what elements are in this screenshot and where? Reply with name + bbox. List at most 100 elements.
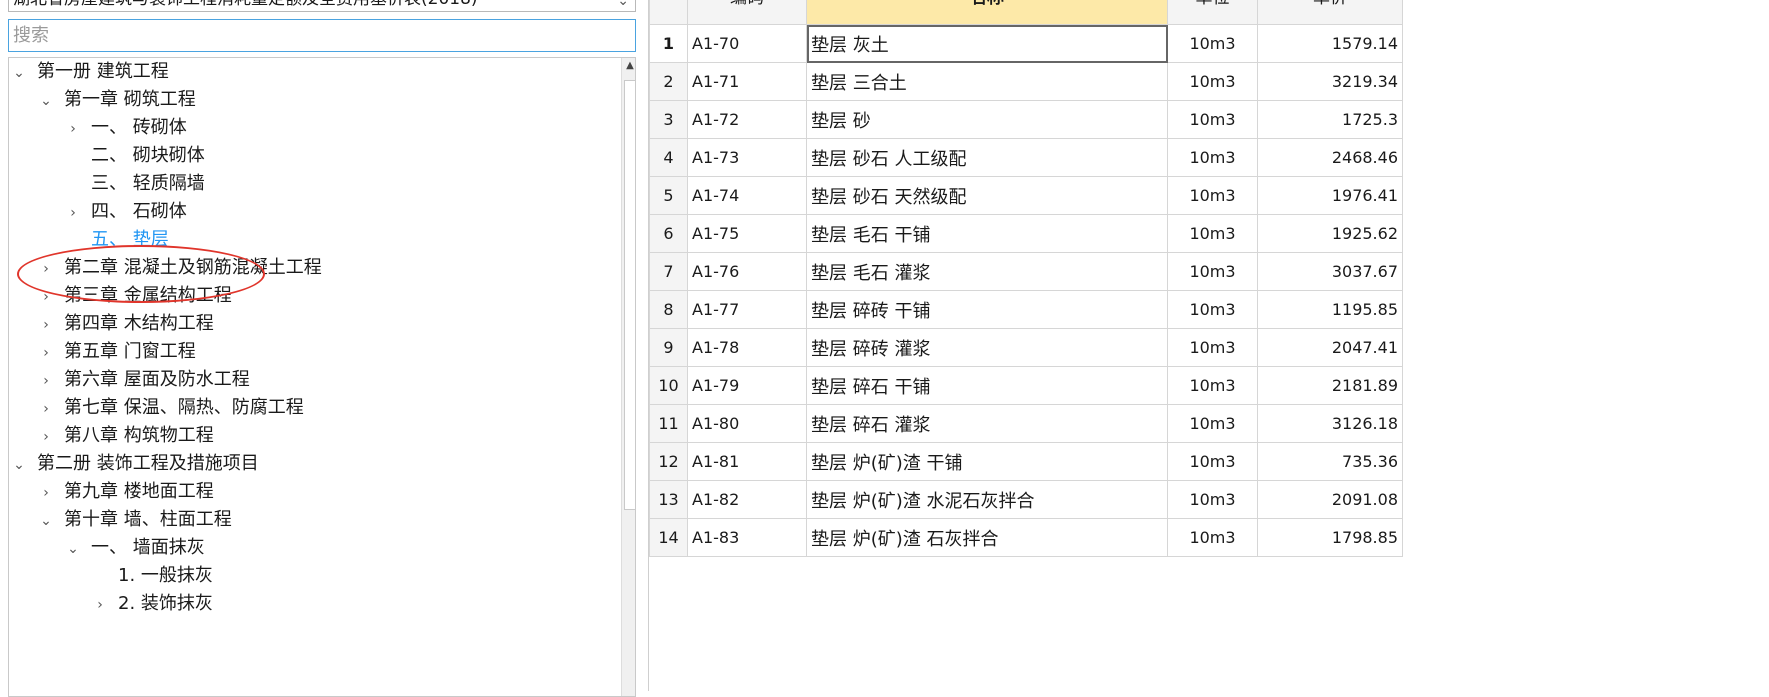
row-number-cell[interactable]: 2	[649, 62, 688, 101]
name-cell[interactable]: 垫层 碎砖 干铺	[806, 290, 1168, 329]
code-cell[interactable]: A1-73	[687, 138, 807, 177]
price-cell[interactable]: 3126.18	[1257, 404, 1403, 443]
table-row[interactable]: 7 A1-76 垫层 毛石 灌浆 10m3 3037.67	[649, 252, 1403, 291]
row-number-cell[interactable]: 14	[649, 518, 688, 557]
table-row[interactable]: 8 A1-77 垫层 碎砖 干铺 10m3 1195.85	[649, 290, 1403, 329]
row-number-cell[interactable]: 4	[649, 138, 688, 177]
table-row[interactable]: 13 A1-82 垫层 炉(矿)渣 水泥石灰拌合 10m3 2091.08	[649, 480, 1403, 519]
row-number-cell[interactable]: 12	[649, 442, 688, 481]
tree-node[interactable]: ⌄ 第二册 装饰工程及措施项目	[11, 450, 259, 478]
code-cell[interactable]: A1-71	[687, 62, 807, 101]
tree-node[interactable]: › 一、 砖砌体	[65, 114, 187, 142]
chevron-right-icon[interactable]: ›	[38, 423, 54, 451]
table-row[interactable]: 2 A1-71 垫层 三合土 10m3 3219.34	[649, 62, 1403, 101]
tree-node[interactable]: 五、 垫层	[65, 226, 169, 254]
price-cell[interactable]: 2091.08	[1257, 480, 1403, 519]
tree-node[interactable]: › 第七章 保温、隔热、防腐工程	[38, 394, 304, 422]
table-row[interactable]: 11 A1-80 垫层 碎石 灌浆 10m3 3126.18	[649, 404, 1403, 443]
chevron-down-icon[interactable]: ⌄	[38, 507, 54, 535]
tree-node[interactable]: › 四、 石砌体	[65, 198, 187, 226]
tree-node[interactable]: › 第二章 混凝土及钢筋混凝土工程	[38, 254, 322, 282]
price-cell[interactable]: 1925.62	[1257, 214, 1403, 253]
unit-cell[interactable]: 10m3	[1167, 480, 1258, 519]
unit-cell[interactable]: 10m3	[1167, 404, 1258, 443]
scroll-up-icon[interactable]: ▲	[622, 60, 635, 76]
unit-cell[interactable]: 10m3	[1167, 138, 1258, 177]
unit-cell[interactable]: 10m3	[1167, 176, 1258, 215]
name-cell[interactable]: 垫层 灰土	[806, 24, 1168, 63]
tree-node[interactable]: 三、 轻质隔墙	[65, 170, 205, 198]
code-cell[interactable]: A1-75	[687, 214, 807, 253]
chevron-right-icon[interactable]: ›	[38, 339, 54, 367]
header-code[interactable]: 编码	[687, 0, 807, 25]
tree-node[interactable]: 1. 一般抹灰	[92, 562, 213, 590]
tree-node[interactable]: › 第四章 木结构工程	[38, 310, 214, 338]
chevron-right-icon[interactable]: ›	[65, 115, 81, 143]
code-cell[interactable]: A1-82	[687, 480, 807, 519]
name-cell[interactable]: 垫层 砂石 人工级配	[806, 138, 1168, 177]
name-cell[interactable]: 垫层 炉(矿)渣 干铺	[806, 442, 1168, 481]
unit-cell[interactable]: 10m3	[1167, 100, 1258, 139]
row-number-cell[interactable]: 9	[649, 328, 688, 367]
unit-cell[interactable]: 10m3	[1167, 366, 1258, 405]
chevron-down-icon[interactable]: ⌄	[38, 87, 54, 115]
tree-scrollbar[interactable]: ▲	[621, 58, 635, 696]
code-cell[interactable]: A1-76	[687, 252, 807, 291]
table-row[interactable]: 4 A1-73 垫层 砂石 人工级配 10m3 2468.46	[649, 138, 1403, 177]
tree-node[interactable]: ⌄ 第一册 建筑工程	[11, 58, 169, 86]
chevron-down-icon[interactable]: ⌄	[65, 535, 81, 563]
row-number-cell[interactable]: 8	[649, 290, 688, 329]
tree-node[interactable]: › 第六章 屋面及防水工程	[38, 366, 250, 394]
code-cell[interactable]: A1-77	[687, 290, 807, 329]
tree-node[interactable]: ⌄ 第一章 砌筑工程	[38, 86, 196, 114]
price-cell[interactable]: 2181.89	[1257, 366, 1403, 405]
tree-node[interactable]: › 第三章 金属结构工程	[38, 282, 232, 310]
table-row[interactable]: 3 A1-72 垫层 砂 10m3 1725.3	[649, 100, 1403, 139]
chevron-right-icon[interactable]: ›	[65, 199, 81, 227]
tree-node[interactable]: › 第八章 构筑物工程	[38, 422, 214, 450]
price-cell[interactable]: 1579.14	[1257, 24, 1403, 63]
row-number-cell[interactable]: 10	[649, 366, 688, 405]
unit-cell[interactable]: 10m3	[1167, 24, 1258, 63]
tree-node[interactable]: ⌄ 第十章 墙、柱面工程	[38, 506, 232, 534]
code-cell[interactable]: A1-72	[687, 100, 807, 139]
name-cell[interactable]: 垫层 炉(矿)渣 水泥石灰拌合	[806, 480, 1168, 519]
row-number-cell[interactable]: 11	[649, 404, 688, 443]
unit-cell[interactable]: 10m3	[1167, 518, 1258, 557]
row-number-cell[interactable]: 1	[649, 24, 688, 63]
row-number-cell[interactable]: 13	[649, 480, 688, 519]
row-number-cell[interactable]: 5	[649, 176, 688, 215]
tree-node[interactable]: 二、 砌块砌体	[65, 142, 205, 170]
tree-node[interactable]: ⌄ 一、 墙面抹灰	[65, 534, 205, 562]
price-cell[interactable]: 3037.67	[1257, 252, 1403, 291]
code-cell[interactable]: A1-79	[687, 366, 807, 405]
code-cell[interactable]: A1-83	[687, 518, 807, 557]
price-cell[interactable]: 1976.41	[1257, 176, 1403, 215]
unit-cell[interactable]: 10m3	[1167, 62, 1258, 101]
chevron-right-icon[interactable]: ›	[38, 311, 54, 339]
table-row[interactable]: 14 A1-83 垫层 炉(矿)渣 石灰拌合 10m3 1798.85	[649, 518, 1403, 557]
row-number-cell[interactable]: 3	[649, 100, 688, 139]
name-cell[interactable]: 垫层 三合土	[806, 62, 1168, 101]
table-row[interactable]: 12 A1-81 垫层 炉(矿)渣 干铺 10m3 735.36	[649, 442, 1403, 481]
price-cell[interactable]: 735.36	[1257, 442, 1403, 481]
unit-cell[interactable]: 10m3	[1167, 290, 1258, 329]
header-name[interactable]: 名称	[806, 0, 1168, 25]
chevron-down-icon[interactable]: ⌄	[11, 59, 27, 87]
price-cell[interactable]: 1195.85	[1257, 290, 1403, 329]
chevron-right-icon[interactable]: ›	[38, 283, 54, 311]
table-row[interactable]: 1 A1-70 垫层 灰土 10m3 1579.14	[649, 24, 1403, 63]
name-cell[interactable]: 垫层 碎石 灌浆	[806, 404, 1168, 443]
row-number-cell[interactable]: 6	[649, 214, 688, 253]
header-price[interactable]: 单价	[1257, 0, 1403, 25]
table-row[interactable]: 5 A1-74 垫层 砂石 天然级配 10m3 1976.41	[649, 176, 1403, 215]
tree-node[interactable]: › 第九章 楼地面工程	[38, 478, 214, 506]
tree-node[interactable]: › 第五章 门窗工程	[38, 338, 196, 366]
code-cell[interactable]: A1-80	[687, 404, 807, 443]
row-number-cell[interactable]: 7	[649, 252, 688, 291]
chevron-right-icon[interactable]: ›	[38, 255, 54, 283]
price-cell[interactable]: 1798.85	[1257, 518, 1403, 557]
price-cell[interactable]: 2047.41	[1257, 328, 1403, 367]
header-unit[interactable]: 单位	[1167, 0, 1258, 25]
unit-cell[interactable]: 10m3	[1167, 442, 1258, 481]
